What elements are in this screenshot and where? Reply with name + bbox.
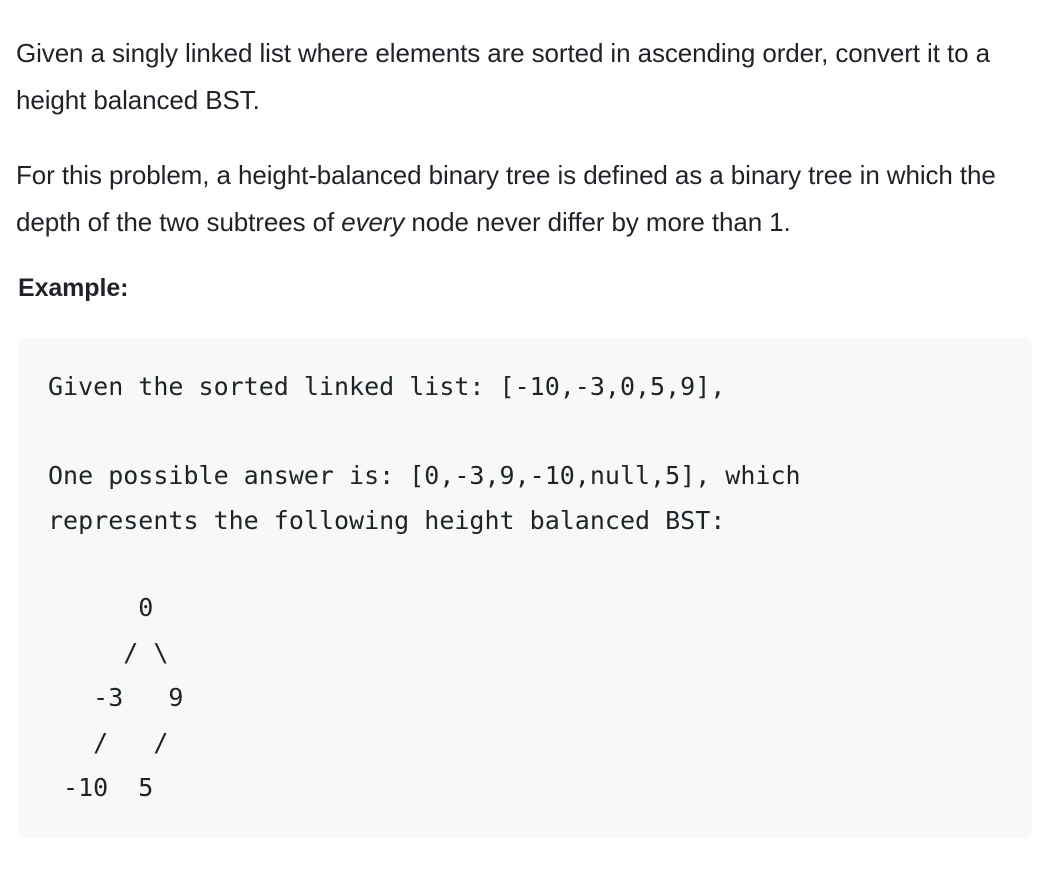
definition-text-part-2: node never differ by more than 1. [404, 207, 791, 237]
definition-paragraph: For this problem, a height-balanced bina… [16, 152, 1042, 246]
emphasis-every: every [341, 207, 405, 237]
ascii-tree-diagram: 0 / \ -3 9 / / -10 5 [63, 593, 184, 802]
code-spacer-2 [18, 543, 1032, 585]
code-line-answer: One possible answer is: [0,-3,9,-10,null… [48, 461, 801, 535]
example-code-block: Given the sorted linked list: [-10,-3,0,… [18, 338, 1032, 838]
problem-statement-page: Given a singly linked list where element… [0, 0, 1058, 838]
example-heading: Example: [18, 274, 129, 302]
problem-description-paragraph: Given a singly linked list where element… [16, 38, 990, 115]
code-spacer-1 [18, 409, 1032, 453]
code-line-given-list: Given the sorted linked list: [-10,-3,0,… [48, 372, 726, 401]
